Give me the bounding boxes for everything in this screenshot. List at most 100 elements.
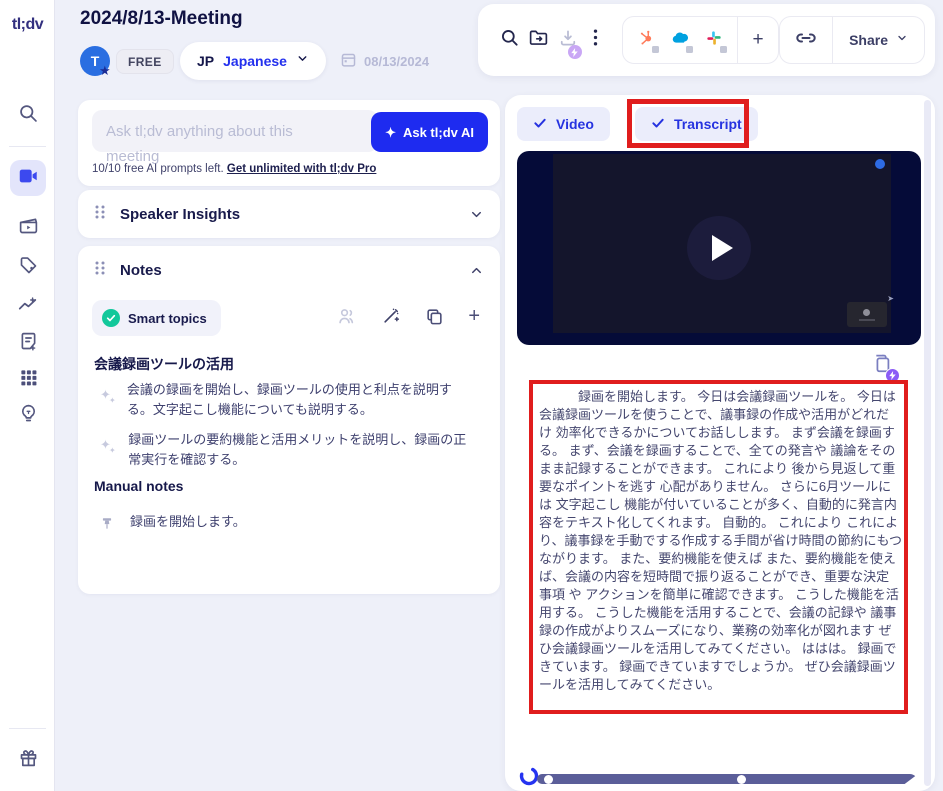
manual-note-text: 録画を開始します。: [130, 512, 246, 536]
quota-count: 10/10 free AI prompts left.: [92, 163, 227, 175]
check-circle-icon: [102, 309, 120, 327]
notes-card: Notes Smart topics + 会議録画ツールの活用 ✦✦ 会議の録画…: [78, 246, 500, 594]
expand-section-button[interactable]: [469, 207, 484, 222]
language-code: JP: [197, 53, 214, 69]
ask-ai-input[interactable]: Ask tl;dv anything about this meeting: [92, 110, 378, 152]
sidebar-item-clips[interactable]: [10, 210, 46, 246]
move-to-folder-button[interactable]: [528, 25, 549, 55]
search-meeting-button[interactable]: [500, 25, 520, 55]
meeting-date: 08/13/2024: [340, 51, 429, 71]
tab-transcript[interactable]: Transcript: [635, 107, 758, 141]
ai-note-item[interactable]: ✦✦ 会議の録画を開始し、録画ツールの使用と利点を説明する。文字起こし機能につい…: [100, 380, 476, 420]
ask-ai-card: Ask tl;dv anything about this meeting ✦ …: [78, 100, 500, 186]
scrubber-marker[interactable]: [737, 775, 746, 784]
ai-sparkle-icon: ✦✦: [100, 380, 111, 420]
recorder-bug-icon: [875, 159, 885, 169]
transcript-scrollbar[interactable]: [924, 100, 931, 786]
timeline-scrubber[interactable]: [537, 774, 918, 784]
play-icon: [712, 235, 733, 261]
ai-note-item[interactable]: ✦✦ 録画ツールの要約機能と活用メリットを説明し、録画の正常実行を確認する。: [100, 430, 476, 470]
download-button[interactable]: [557, 25, 577, 55]
more-options-button[interactable]: [586, 25, 606, 55]
add-integration-button[interactable]: +: [738, 17, 778, 63]
magic-wand-icon: [381, 306, 401, 326]
copy-transcript-button[interactable]: [871, 352, 893, 379]
integrations-group: +: [622, 16, 779, 64]
upgrade-link[interactable]: Get unlimited with tl;dv Pro: [227, 163, 377, 175]
sidebar-item-insights[interactable]: [10, 289, 46, 325]
video-player[interactable]: ➤: [517, 151, 921, 345]
share-button[interactable]: Share: [833, 31, 924, 49]
add-note-button[interactable]: +: [468, 306, 480, 326]
copy-notes-button[interactable]: [425, 307, 444, 326]
pip-thumbnail: ➤: [847, 302, 887, 327]
ai-sparkle-icon: ✦✦: [100, 430, 112, 470]
tldv-app-window: tl;dv 2024/8/13-Meeting: [0, 0, 943, 791]
grid-apps-icon: [19, 368, 38, 392]
document-plus-icon: [18, 331, 39, 357]
loading-spinner-icon: [518, 765, 540, 791]
check-icon: [533, 116, 547, 133]
play-button[interactable]: [687, 216, 751, 280]
notes-title: Notes: [120, 262, 162, 279]
sidebar-item-search[interactable]: [10, 98, 46, 134]
language-name: Japanese: [223, 53, 287, 69]
plan-badge: FREE: [116, 49, 174, 74]
hubspot-integration-button[interactable]: [637, 31, 655, 49]
tab-video[interactable]: Video: [517, 107, 610, 141]
collapse-section-button[interactable]: [469, 263, 484, 278]
integration-status-badge: [719, 45, 728, 54]
transcript-text[interactable]: 録画を開始します。 今日は会議録画ツールを。 今日は会議録画ツールを使うことで、…: [539, 388, 902, 694]
pin-icon: [100, 512, 114, 536]
ask-ai-button[interactable]: ✦ Ask tl;dv AI: [371, 112, 488, 152]
ai-note-text: 会議の録画を開始し、録画ツールの使用と利点を説明する。文字起こし機能についても説…: [127, 380, 476, 420]
sidebar-item-rewards[interactable]: [10, 742, 46, 778]
sparkle-icon: ✦: [385, 126, 396, 139]
people-icon: [337, 307, 357, 325]
manual-notes-heading: Manual notes: [94, 478, 183, 494]
folder-move-icon: [528, 27, 549, 53]
tag-sparkle-icon: [18, 255, 39, 281]
ai-note-text: 録画ツールの要約機能と活用メリットを説明し、録画の正常実行を確認する。: [128, 430, 476, 470]
share-notes-button[interactable]: [337, 307, 357, 325]
smart-topics-toggle[interactable]: Smart topics: [92, 300, 221, 336]
scrubber-marker[interactable]: [544, 775, 553, 784]
meeting-toolbar: + Share: [478, 4, 935, 76]
sidebar-item-templates[interactable]: [10, 326, 46, 362]
pip-avatar: [863, 309, 870, 316]
topic-heading: 会議録画ツールの活用: [94, 354, 234, 374]
sidebar-item-tags[interactable]: [10, 250, 46, 286]
check-icon: [651, 116, 665, 133]
tab-video-label: Video: [556, 116, 594, 132]
drag-handle-icon[interactable]: [94, 260, 106, 281]
search-icon: [18, 103, 39, 129]
share-group: Share: [779, 16, 925, 64]
drag-handle-icon[interactable]: [94, 204, 106, 225]
sidebar-divider-bottom: [9, 728, 46, 729]
sidebar-item-apps[interactable]: [10, 362, 46, 398]
ai-quota-text: 10/10 free AI prompts left. Get unlimite…: [92, 163, 376, 175]
slack-integration-button[interactable]: [705, 31, 723, 49]
pip-caption: [859, 319, 875, 321]
video-camera-icon: [17, 165, 39, 192]
tab-transcript-label: Transcript: [674, 116, 742, 132]
film-clip-icon: [18, 215, 39, 241]
page-title: 2024/8/13-Meeting: [80, 8, 243, 30]
integration-status-badge: [685, 45, 694, 54]
avatar-star-icon: ★: [99, 64, 111, 77]
chevron-down-icon: [469, 207, 484, 222]
plus-icon: +: [468, 306, 480, 326]
salesforce-integration-button[interactable]: [671, 31, 689, 49]
chevron-down-icon: [296, 52, 309, 70]
manual-note-item[interactable]: 録画を開始します。: [100, 512, 476, 536]
sidebar-divider: [9, 146, 46, 147]
plus-icon: +: [753, 29, 764, 51]
speaker-insights-card: Speaker Insights: [78, 190, 500, 238]
sidebar-item-meetings[interactable]: [10, 160, 46, 196]
chevron-down-icon: [896, 31, 908, 49]
sidebar-item-ideas[interactable]: [10, 398, 46, 434]
ai-bolt-badge-icon: [885, 368, 900, 383]
ai-wand-button[interactable]: [381, 306, 401, 326]
language-selector[interactable]: JP Japanese: [180, 42, 326, 80]
copy-link-button[interactable]: [780, 17, 832, 63]
